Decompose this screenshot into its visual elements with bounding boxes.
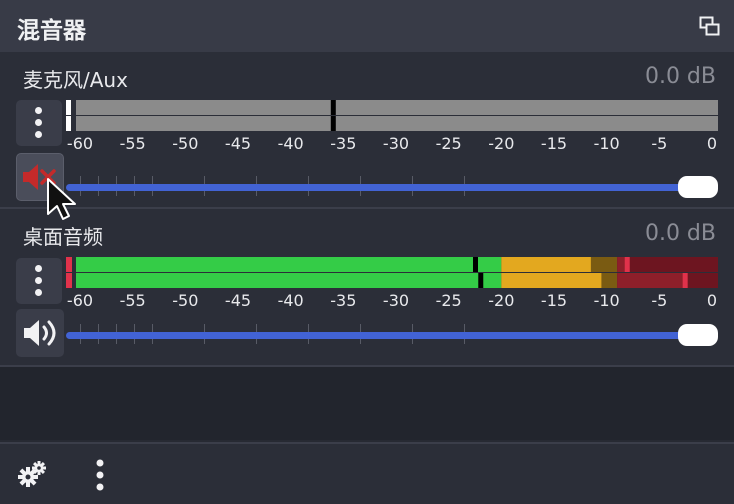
scale-label: -20 [488, 134, 515, 153]
scale-label: -10 [593, 291, 620, 310]
scale-label: -55 [119, 291, 146, 310]
meter-peak-hold [473, 257, 478, 272]
meter-scale: -60 -55 -50 -45 -40 -35 -30 -25 -20 -15 -10 -5 0 [66, 291, 718, 311]
vertical-dots-icon [35, 265, 43, 301]
meter-red-level [617, 273, 686, 288]
channel-name: 桌面音频 [23, 225, 103, 249]
scale-label: -20 [488, 291, 515, 310]
gears-icon[interactable] [17, 458, 49, 490]
meter-peak-indicator [66, 273, 72, 288]
vertical-dots-icon [35, 107, 43, 143]
mouse-cursor [44, 176, 80, 222]
scale-label: -30 [382, 291, 410, 310]
scale-label: -10 [593, 134, 620, 153]
scale-label: -45 [224, 134, 252, 153]
scale-label: -5 [651, 134, 668, 153]
meter-clip-marker [682, 273, 688, 288]
meter-red-zone [617, 257, 718, 272]
volume-meter [66, 100, 718, 131]
scale-label: -35 [330, 134, 357, 153]
mute-toggle-button[interactable] [16, 309, 64, 357]
scale-label: -55 [119, 134, 146, 153]
channel-mic-aux: 麦克风/Aux 0.0 dB -60 -55 -50 -45 -40 -35 -30 -25-… [0, 52, 734, 209]
channel-name: 麦克风/Aux [23, 68, 128, 92]
scale-label: -40 [277, 134, 304, 153]
scale-label: 0 [706, 291, 718, 310]
speaker-icon [24, 320, 56, 346]
volume-meter [66, 257, 718, 288]
scale-label: -25 [435, 134, 462, 153]
meter-yellow-level [501, 257, 591, 272]
meter-scale: -60 -55 -50 -45 -40 -35 -30 -25 -20 -15 -10 -5 0 [66, 134, 718, 154]
scale-label: -60 [66, 134, 94, 153]
scale-label: -15 [540, 291, 568, 310]
channel-volume-db: 0.0 dB [644, 221, 716, 246]
vertical-dots-icon[interactable] [95, 458, 105, 492]
channel-desktop-audio: 桌面音频 0.0 dB -60 -55 -50 -45 -40 -35 -30 -25 -20-… [0, 209, 734, 367]
meter-peak-indicator [66, 257, 72, 272]
slider-handle[interactable] [678, 176, 718, 198]
meter-level-marker [66, 100, 71, 115]
scale-label: -35 [330, 291, 357, 310]
scale-label: 0 [706, 134, 718, 153]
scale-label: -50 [172, 134, 199, 153]
meter-yellow-level [501, 273, 602, 288]
slider-track [66, 184, 696, 191]
scale-label: -45 [224, 291, 252, 310]
meter-clip-marker [624, 257, 630, 272]
volume-slider[interactable] [66, 324, 718, 346]
mixer-title-bar: 混音器 [0, 0, 734, 52]
mixer-footer [0, 442, 734, 504]
meter-green-level [76, 257, 502, 272]
scale-label: -5 [651, 291, 668, 310]
volume-slider[interactable] [66, 176, 718, 198]
meter-peak-hold [330, 100, 336, 115]
meter-background [76, 100, 718, 115]
meter-green-level [76, 273, 502, 288]
slider-track [66, 332, 696, 339]
channel-volume-db: 0.0 dB [644, 64, 716, 89]
scale-label: -25 [435, 291, 462, 310]
scale-label: -40 [277, 291, 304, 310]
scale-label: -60 [66, 291, 94, 310]
undock-icon[interactable] [699, 16, 720, 37]
meter-level-marker [66, 116, 71, 131]
scale-label: -15 [540, 134, 568, 153]
scale-label: -30 [382, 134, 410, 153]
meter-peak-hold [330, 116, 336, 131]
scale-label: -50 [172, 291, 199, 310]
slider-handle[interactable] [678, 324, 718, 346]
meter-peak-hold [478, 273, 484, 288]
empty-area [0, 367, 734, 440]
meter-background [76, 116, 718, 131]
channel-menu-button[interactable] [16, 100, 62, 146]
panel-title: 混音器 [17, 18, 86, 44]
channel-menu-button[interactable] [16, 258, 62, 304]
